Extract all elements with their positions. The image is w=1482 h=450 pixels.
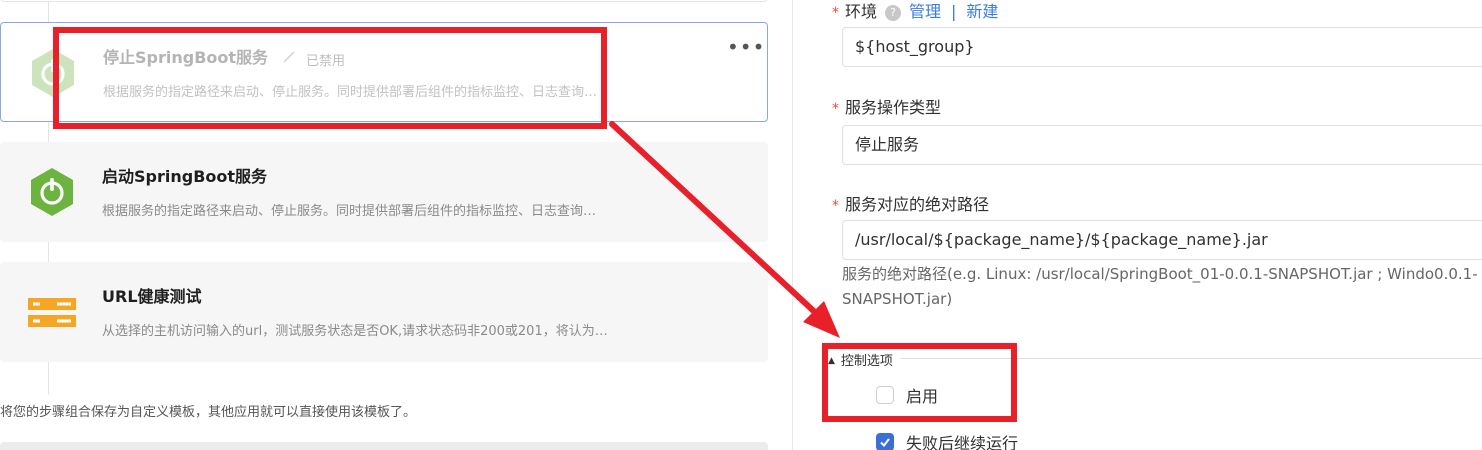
save-template-tip: 将您的步骤组合保存为自定义模板，其他应用就可以直接使用该模板了。	[0, 405, 417, 420]
check-icon	[880, 438, 890, 448]
required-marker: *	[832, 101, 839, 117]
new-link[interactable]: 新建	[966, 2, 998, 21]
manage-link[interactable]: 管理	[909, 2, 941, 21]
operation-type-select[interactable]: 停止服务	[842, 125, 1482, 165]
required-marker: *	[832, 5, 839, 21]
environment-label: * 环境? 管理 | 新建	[832, 2, 999, 21]
environment-input[interactable]: ${host_group}	[842, 27, 1482, 67]
link-separator: |	[951, 2, 957, 21]
absolute-path-hint: 服务的绝对路径(e.g. Linux: /usr/local/SpringBoo…	[842, 265, 1478, 308]
absolute-path-label: * 服务对应的绝对路径	[832, 195, 990, 214]
annotation-highlight-box	[822, 343, 1017, 422]
step-title: URL健康测试	[102, 287, 202, 306]
step-card-start-springboot[interactable]: 启动SpringBoot服务 根据服务的指定路径来启动、停止服务。同时提供部署后…	[0, 142, 768, 242]
absolute-path-input[interactable]: /usr/local/${package_name}/${package_nam…	[842, 220, 1482, 260]
springboot-power-icon	[31, 168, 73, 216]
continue-on-fail-label: 失败后继续运行	[906, 434, 1019, 450]
help-icon[interactable]: ?	[885, 5, 902, 21]
annotation-highlight-box	[53, 27, 607, 129]
operation-type-label: * 服务操作类型	[832, 98, 942, 117]
step-description: 从选择的主机访问输入的url，测试服务状态是否OK,请求状态码非200或201，…	[102, 324, 608, 339]
continue-on-fail-checkbox-row[interactable]: 失败后继续运行	[876, 430, 1018, 450]
required-marker: *	[832, 198, 839, 214]
continue-on-fail-checkbox[interactable]	[876, 433, 894, 450]
more-options-icon[interactable]: •••	[727, 35, 765, 59]
step-title: 启动SpringBoot服务	[102, 167, 268, 186]
step-card-previous[interactable]	[0, 0, 768, 2]
step-card-url-health-test[interactable]: URL健康测试 从选择的主机访问输入的url，测试服务状态是否OK,请求状态码非…	[0, 262, 768, 362]
step-description: 根据服务的指定路径来启动、停止服务。同时提供部署后组件的指标监控、日志查询…	[102, 204, 597, 219]
step-card-next[interactable]	[0, 442, 768, 450]
server-list-icon	[28, 298, 76, 327]
